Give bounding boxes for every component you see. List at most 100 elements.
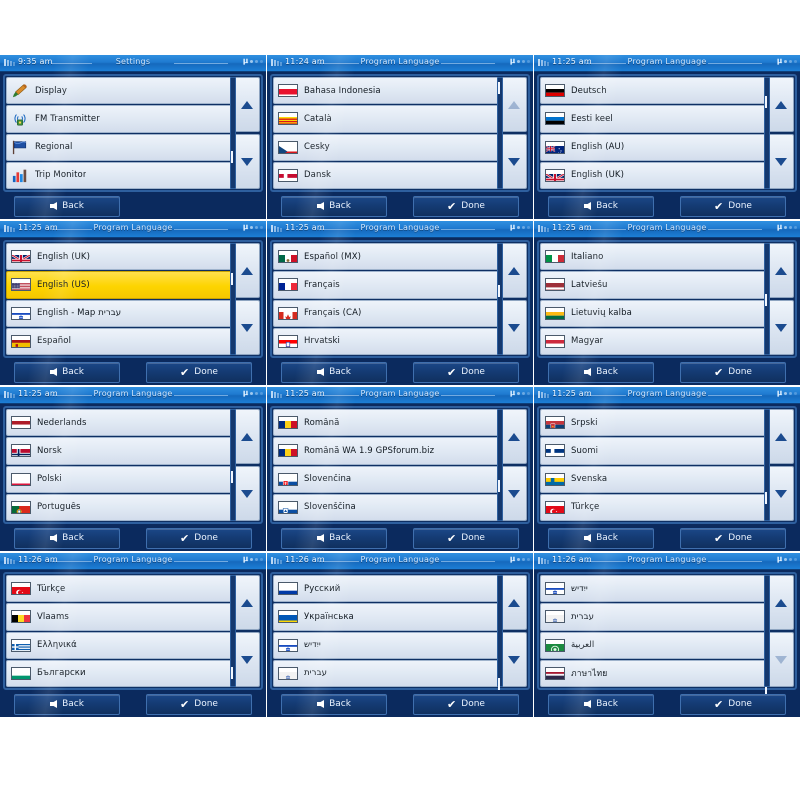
scrollbar-track[interactable]: [230, 77, 236, 189]
list-item[interactable]: Trip Monitor: [6, 161, 232, 189]
done-button[interactable]: ✔ Done: [146, 693, 252, 715]
back-button[interactable]: Back: [14, 195, 120, 217]
back-button[interactable]: Back: [548, 195, 654, 217]
scroll-down-button[interactable]: [234, 134, 260, 189]
scroll-down-button[interactable]: [768, 300, 794, 355]
list-item[interactable]: Ελληνικά: [6, 631, 232, 659]
scrollbar-thumb[interactable]: [231, 471, 233, 483]
list-item[interactable]: Deutsch: [540, 77, 766, 105]
list-item[interactable]: Slovenščina: [273, 493, 499, 521]
scroll-down-button[interactable]: [234, 632, 260, 687]
back-button[interactable]: Back: [14, 527, 120, 549]
scrollbar-thumb[interactable]: [498, 285, 500, 297]
list-item[interactable]: ייִדיש: [540, 575, 766, 603]
scroll-up-button[interactable]: [234, 575, 260, 630]
back-button[interactable]: Back: [548, 361, 654, 383]
done-button[interactable]: ✔ Done: [413, 527, 519, 549]
scrollbar-thumb[interactable]: [231, 273, 233, 285]
scrollbar[interactable]: [764, 243, 794, 355]
list-item[interactable]: Nederlands: [6, 409, 232, 437]
scroll-up-button[interactable]: [501, 243, 527, 298]
list-item[interactable]: Українська: [273, 603, 499, 631]
list-item[interactable]: Português: [6, 493, 232, 521]
scrollbar-thumb[interactable]: [765, 294, 767, 306]
scrollbar-track[interactable]: [764, 243, 770, 355]
list-item[interactable]: Español (MX): [273, 243, 499, 271]
scroll-up-button[interactable]: [501, 77, 527, 132]
list-item[interactable]: العربية: [540, 631, 766, 659]
list-item[interactable]: Regional: [6, 133, 232, 161]
list-item[interactable]: ★ Srpski: [540, 409, 766, 437]
scrollbar[interactable]: [230, 575, 260, 687]
list-item[interactable]: Français: [273, 271, 499, 299]
back-button[interactable]: Back: [281, 361, 387, 383]
scrollbar-track[interactable]: [764, 575, 770, 699]
scrollbar[interactable]: [764, 575, 794, 699]
done-button[interactable]: ✔ Done: [680, 195, 786, 217]
list-item[interactable]: English (UK): [6, 243, 232, 271]
list-item[interactable]: Latviešu: [540, 271, 766, 299]
list-item[interactable]: Italiano: [540, 243, 766, 271]
scroll-up-button[interactable]: [768, 409, 794, 464]
scrollbar-track[interactable]: [230, 409, 236, 521]
list-item[interactable]: עברית: [273, 659, 499, 687]
scroll-up-button[interactable]: [501, 409, 527, 464]
back-button[interactable]: Back: [548, 527, 654, 549]
list-item[interactable]: Türkçe: [540, 493, 766, 521]
scroll-down-button[interactable]: [234, 300, 260, 355]
scroll-up-button[interactable]: [768, 243, 794, 298]
scrollbar[interactable]: [497, 243, 527, 355]
done-button[interactable]: ✔ Done: [680, 693, 786, 715]
done-button[interactable]: ✔ Done: [413, 361, 519, 383]
scroll-down-button[interactable]: [768, 466, 794, 521]
scrollbar[interactable]: [497, 77, 527, 189]
list-item[interactable]: Česky: [273, 133, 499, 161]
list-item[interactable]: Polski: [6, 465, 232, 493]
scrollbar-thumb[interactable]: [231, 151, 233, 163]
list-item[interactable]: Vlaams: [6, 603, 232, 631]
list-item[interactable]: Türkçe: [6, 575, 232, 603]
list-item[interactable]: Lietuvių kalba: [540, 299, 766, 327]
scroll-up-button[interactable]: [234, 243, 260, 298]
scroll-down-button[interactable]: [234, 466, 260, 521]
scroll-down-button[interactable]: [768, 632, 794, 687]
done-button[interactable]: ✔ Done: [680, 361, 786, 383]
scrollbar-track[interactable]: [497, 575, 503, 690]
scrollbar[interactable]: [764, 77, 794, 189]
scroll-down-button[interactable]: [768, 134, 794, 189]
back-button[interactable]: Back: [281, 527, 387, 549]
list-item-selected[interactable]: English (US): [6, 271, 232, 299]
scroll-down-button[interactable]: [501, 300, 527, 355]
scrollbar[interactable]: [230, 409, 260, 521]
scrollbar-thumb[interactable]: [498, 82, 500, 94]
list-item[interactable]: Dansk: [273, 161, 499, 189]
back-button[interactable]: Back: [548, 693, 654, 715]
scrollbar-track[interactable]: [497, 243, 503, 355]
list-item[interactable]: Svenska: [540, 465, 766, 493]
list-item[interactable]: English - Map עברית: [6, 299, 232, 327]
scrollbar[interactable]: [497, 409, 527, 521]
list-item[interactable]: Română: [273, 409, 499, 437]
scroll-up-button[interactable]: [768, 575, 794, 630]
list-item[interactable]: עברית: [540, 603, 766, 631]
scroll-down-button[interactable]: [501, 466, 527, 521]
scroll-up-button[interactable]: [768, 77, 794, 132]
list-item[interactable]: Display: [6, 77, 232, 105]
scrollbar[interactable]: [497, 575, 527, 690]
scrollbar-thumb[interactable]: [498, 480, 500, 492]
scrollbar-thumb[interactable]: [231, 667, 233, 679]
scrollbar[interactable]: [230, 243, 260, 355]
scroll-down-button[interactable]: [501, 134, 527, 189]
scrollbar-track[interactable]: [497, 409, 503, 521]
scroll-up-button[interactable]: [234, 77, 260, 132]
scrollbar-track[interactable]: [497, 77, 503, 189]
list-item[interactable]: Català: [273, 105, 499, 133]
list-item[interactable]: ภาษาไทย: [540, 659, 766, 687]
list-item[interactable]: Español: [6, 327, 232, 355]
scrollbar-thumb[interactable]: [498, 678, 500, 690]
list-item[interactable]: Eesti keel: [540, 105, 766, 133]
scrollbar[interactable]: [230, 77, 260, 189]
scrollbar-track[interactable]: [764, 77, 770, 189]
scrollbar-thumb[interactable]: [765, 492, 767, 504]
list-item[interactable]: Hrvatski: [273, 327, 499, 355]
